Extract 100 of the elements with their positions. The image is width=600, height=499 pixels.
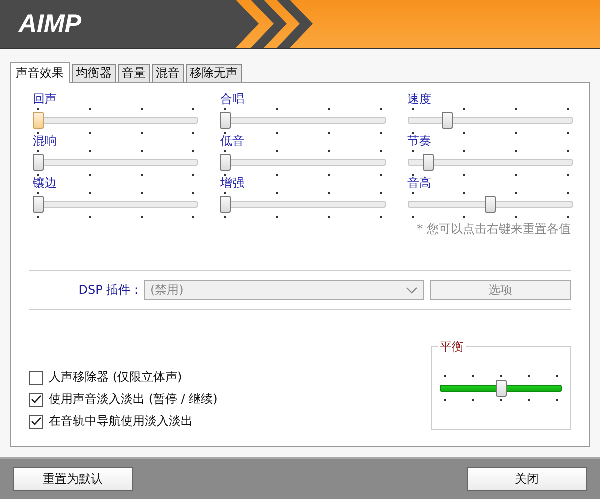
slider[interactable] xyxy=(33,112,198,129)
tick-mark xyxy=(472,399,474,401)
tick-mark xyxy=(515,174,518,176)
slider-thumb[interactable] xyxy=(33,154,44,171)
slider-label: 节奏 xyxy=(408,135,432,148)
tick-mark xyxy=(380,150,382,152)
slider-label: 增强 xyxy=(220,177,244,190)
tick-mark xyxy=(140,174,143,176)
tick-mark xyxy=(412,132,414,134)
tick-mark xyxy=(566,108,569,110)
app-logo: AIMP xyxy=(19,10,82,38)
slider[interactable] xyxy=(440,380,562,396)
slider-label: 回声 xyxy=(33,93,57,106)
tick-mark xyxy=(463,108,466,110)
slider-label: 混响 xyxy=(33,135,57,148)
slider-thumb[interactable] xyxy=(33,196,44,213)
tick-mark xyxy=(328,174,330,176)
tick-mark xyxy=(192,150,194,152)
tick-mark xyxy=(380,174,382,176)
slider-thumb[interactable] xyxy=(33,112,44,129)
slider[interactable] xyxy=(220,112,386,129)
tab[interactable]: 均衡器 xyxy=(72,64,116,82)
slider-label: 速度 xyxy=(408,93,432,106)
slider-thumb[interactable] xyxy=(220,196,232,213)
tick-mark xyxy=(276,108,278,110)
tick-mark xyxy=(37,192,39,194)
slider[interactable] xyxy=(33,196,198,213)
chevron-down-icon xyxy=(406,286,418,294)
reset-button[interactable]: 重置为默认 xyxy=(13,467,133,491)
slider-label: 低音 xyxy=(220,135,244,148)
tick-mark xyxy=(140,132,143,134)
tick-mark xyxy=(37,174,39,176)
tick-mark xyxy=(463,150,466,152)
tick-mark xyxy=(276,132,278,134)
tick-mark xyxy=(88,132,91,134)
hint-text: * 您可以点击右键来重置各值 xyxy=(417,221,571,238)
tick-mark xyxy=(444,399,446,401)
slider-thumb[interactable] xyxy=(442,112,453,129)
checkbox[interactable] xyxy=(29,414,43,428)
checkbox-label: 人声移除器 (仅限立体声) xyxy=(49,369,182,386)
tick-mark xyxy=(37,150,39,152)
tick-mark xyxy=(140,108,143,110)
tick-mark xyxy=(463,216,466,218)
checkbox[interactable] xyxy=(29,370,43,384)
checkbox-label: 使用声音淡入淡出 (暂停 / 继续) xyxy=(49,391,218,408)
slider-thumb[interactable] xyxy=(423,154,434,171)
tick-mark xyxy=(556,399,558,401)
slider-thumb[interactable] xyxy=(220,154,232,171)
tick-mark xyxy=(472,375,474,377)
tab[interactable]: 音量 xyxy=(118,64,150,82)
tick-mark xyxy=(515,192,518,194)
tick-mark xyxy=(463,192,466,194)
tick-mark xyxy=(140,150,143,152)
tick-mark xyxy=(556,375,558,377)
tick-mark xyxy=(88,174,91,176)
tick-mark xyxy=(380,108,382,110)
tick-mark xyxy=(412,150,414,152)
tick-mark xyxy=(515,108,518,110)
slider-thumb[interactable] xyxy=(484,196,496,213)
tick-mark xyxy=(500,375,502,377)
close-button[interactable]: 关闭 xyxy=(467,467,587,491)
slider[interactable] xyxy=(220,196,386,213)
slider[interactable] xyxy=(33,154,198,171)
tab[interactable]: 混音 xyxy=(152,64,184,82)
slider-label: 镶边 xyxy=(33,177,57,190)
tick-mark xyxy=(192,216,194,218)
tab[interactable]: 移除无声 xyxy=(186,64,242,82)
tick-mark xyxy=(566,150,569,152)
tick-mark xyxy=(412,174,414,176)
tick-mark xyxy=(224,132,226,134)
tab[interactable]: 声音效果 xyxy=(10,62,70,83)
tick-mark xyxy=(224,108,226,110)
tick-mark xyxy=(328,150,330,152)
slider[interactable] xyxy=(220,154,386,171)
group-title: 平衡 xyxy=(438,339,466,356)
tick-mark xyxy=(380,192,382,194)
tick-mark xyxy=(140,216,143,218)
tick-mark xyxy=(88,150,91,152)
tick-mark xyxy=(224,192,226,194)
checkbox-label: 在音轨中导航使用淡入淡出 xyxy=(49,413,193,430)
tick-mark xyxy=(224,216,226,218)
tick-mark xyxy=(515,132,518,134)
tick-mark xyxy=(463,132,466,134)
slider-label: 合唱 xyxy=(220,93,244,106)
tick-mark xyxy=(328,192,330,194)
slider[interactable] xyxy=(408,196,573,213)
slider-thumb[interactable] xyxy=(496,380,506,396)
checkbox[interactable] xyxy=(29,392,43,406)
tick-mark xyxy=(328,132,330,134)
slider[interactable] xyxy=(408,154,573,171)
slider[interactable] xyxy=(408,112,573,129)
tick-mark xyxy=(412,108,414,110)
tick-mark xyxy=(380,216,382,218)
tick-mark xyxy=(88,216,91,218)
tick-mark xyxy=(276,150,278,152)
tick-mark xyxy=(192,192,194,194)
tick-mark xyxy=(328,216,330,218)
tick-mark xyxy=(566,174,569,176)
tick-mark xyxy=(515,150,518,152)
slider-thumb[interactable] xyxy=(220,112,232,129)
